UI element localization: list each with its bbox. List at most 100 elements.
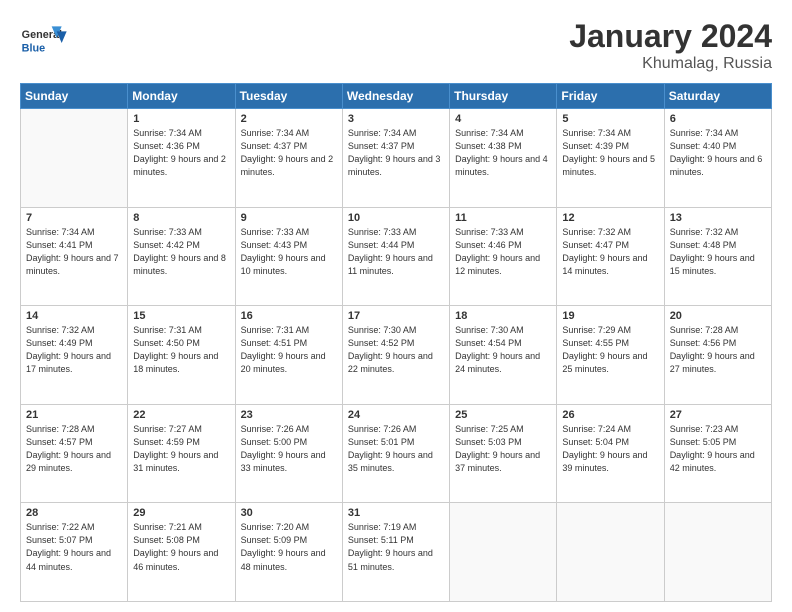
- day-info: Sunrise: 7:30 AM Sunset: 4:54 PM Dayligh…: [455, 324, 551, 376]
- table-row: 11 Sunrise: 7:33 AM Sunset: 4:46 PM Dayli…: [450, 207, 557, 306]
- day-number: 2: [241, 113, 337, 125]
- table-row: 26Sunrise: 7:24 AM Sunset: 5:04 PM Dayli…: [557, 404, 664, 503]
- calendar-week-row: 21 Sunrise: 7:28 AM Sunset: 4:57 PM Dayli…: [21, 404, 772, 503]
- table-row: 29Sunrise: 7:21 AM Sunset: 5:08 PM Dayli…: [128, 503, 235, 602]
- day-info: Sunrise: 7:33 AM Sunset: 4:46 PM Dayligh…: [455, 226, 551, 278]
- table-row: 31 Sunrise: 7:19 AM Sunset: 5:11 PM Dayli…: [342, 503, 449, 602]
- day-info: Sunrise: 7:23 AM Sunset: 5:05 PM Dayligh…: [670, 423, 766, 475]
- day-info: Sunrise: 7:31 AM Sunset: 4:50 PM Dayligh…: [133, 324, 229, 376]
- table-row: 14 Sunrise: 7:32 AM Sunset: 4:49 PM Dayli…: [21, 306, 128, 405]
- day-info: Sunrise: 7:21 AM Sunset: 5:08 PM Dayligh…: [133, 521, 229, 573]
- table-row: 9 Sunrise: 7:33 AM Sunset: 4:43 PM Daylig…: [235, 207, 342, 306]
- table-row: [21, 109, 128, 208]
- calendar-week-row: 14 Sunrise: 7:32 AM Sunset: 4:49 PM Dayli…: [21, 306, 772, 405]
- day-info: Sunrise: 7:28 AM Sunset: 4:57 PM Dayligh…: [26, 423, 122, 475]
- day-number: 12: [562, 212, 658, 224]
- day-number: 5: [562, 113, 658, 125]
- page: General Blue January 2024 Khumalag, Russ…: [0, 0, 792, 612]
- day-info: Sunrise: 7:27 AM Sunset: 4:59 PM Dayligh…: [133, 423, 229, 475]
- table-row: 22 Sunrise: 7:27 AM Sunset: 4:59 PM Dayli…: [128, 404, 235, 503]
- table-row: 23 Sunrise: 7:26 AM Sunset: 5:00 PM Dayli…: [235, 404, 342, 503]
- day-number: 14: [26, 310, 122, 322]
- day-number: 17: [348, 310, 444, 322]
- day-info: Sunrise: 7:22 AM Sunset: 5:07 PM Dayligh…: [26, 521, 122, 573]
- day-number: 31: [348, 507, 444, 519]
- day-number: 15: [133, 310, 229, 322]
- day-number: 3: [348, 113, 444, 125]
- table-row: 2 Sunrise: 7:34 AM Sunset: 4:37 PM Daylig…: [235, 109, 342, 208]
- table-row: 5 Sunrise: 7:34 AM Sunset: 4:39 PM Daylig…: [557, 109, 664, 208]
- table-row: 28 Sunrise: 7:22 AM Sunset: 5:07 PM Dayli…: [21, 503, 128, 602]
- day-number: 18: [455, 310, 551, 322]
- day-number: 22: [133, 409, 229, 421]
- table-row: 17 Sunrise: 7:30 AM Sunset: 4:52 PM Dayli…: [342, 306, 449, 405]
- day-info: Sunrise: 7:34 AM Sunset: 4:39 PM Dayligh…: [562, 127, 658, 179]
- table-row: 20 Sunrise: 7:28 AM Sunset: 4:56 PM Dayli…: [664, 306, 771, 405]
- day-info: Sunrise: 7:33 AM Sunset: 4:44 PM Dayligh…: [348, 226, 444, 278]
- day-number: 4: [455, 113, 551, 125]
- day-info: Sunrise: 7:34 AM Sunset: 4:37 PM Dayligh…: [348, 127, 444, 179]
- table-row: 7 Sunrise: 7:34 AM Sunset: 4:41 PM Daylig…: [21, 207, 128, 306]
- day-info: Sunrise: 7:34 AM Sunset: 4:40 PM Dayligh…: [670, 127, 766, 179]
- header: General Blue January 2024 Khumalag, Russ…: [20, 18, 772, 73]
- day-number: 1: [133, 113, 229, 125]
- table-row: 12 Sunrise: 7:32 AM Sunset: 4:47 PM Dayli…: [557, 207, 664, 306]
- header-monday: Monday: [128, 84, 235, 109]
- day-info: Sunrise: 7:26 AM Sunset: 5:00 PM Dayligh…: [241, 423, 337, 475]
- day-number: 8: [133, 212, 229, 224]
- day-info: Sunrise: 7:28 AM Sunset: 4:56 PM Dayligh…: [670, 324, 766, 376]
- calendar-week-row: 7 Sunrise: 7:34 AM Sunset: 4:41 PM Daylig…: [21, 207, 772, 306]
- calendar-table: Sunday Monday Tuesday Wednesday Thursday…: [20, 83, 772, 602]
- day-number: 13: [670, 212, 766, 224]
- day-number: 19: [562, 310, 658, 322]
- title-block: January 2024 Khumalag, Russia: [569, 18, 772, 73]
- calendar-week-row: 28 Sunrise: 7:22 AM Sunset: 5:07 PM Dayli…: [21, 503, 772, 602]
- day-number: 27: [670, 409, 766, 421]
- day-info: Sunrise: 7:31 AM Sunset: 4:51 PM Dayligh…: [241, 324, 337, 376]
- day-info: Sunrise: 7:34 AM Sunset: 4:36 PM Dayligh…: [133, 127, 229, 179]
- day-number: 26: [562, 409, 658, 421]
- day-info: Sunrise: 7:33 AM Sunset: 4:43 PM Dayligh…: [241, 226, 337, 278]
- weekday-header-row: Sunday Monday Tuesday Wednesday Thursday…: [21, 84, 772, 109]
- table-row: 30Sunrise: 7:20 AM Sunset: 5:09 PM Dayli…: [235, 503, 342, 602]
- header-wednesday: Wednesday: [342, 84, 449, 109]
- day-number: 28: [26, 507, 122, 519]
- table-row: 4 Sunrise: 7:34 AM Sunset: 4:38 PM Daylig…: [450, 109, 557, 208]
- logo-icon: General Blue: [20, 18, 70, 63]
- day-info: Sunrise: 7:34 AM Sunset: 4:38 PM Dayligh…: [455, 127, 551, 179]
- table-row: 16Sunrise: 7:31 AM Sunset: 4:51 PM Dayli…: [235, 306, 342, 405]
- table-row: 15 Sunrise: 7:31 AM Sunset: 4:50 PM Dayli…: [128, 306, 235, 405]
- day-info: Sunrise: 7:30 AM Sunset: 4:52 PM Dayligh…: [348, 324, 444, 376]
- header-thursday: Thursday: [450, 84, 557, 109]
- table-row: 1 Sunrise: 7:34 AM Sunset: 4:36 PM Daylig…: [128, 109, 235, 208]
- day-number: 7: [26, 212, 122, 224]
- day-number: 30: [241, 507, 337, 519]
- table-row: [557, 503, 664, 602]
- calendar-week-row: 1 Sunrise: 7:34 AM Sunset: 4:36 PM Daylig…: [21, 109, 772, 208]
- day-number: 9: [241, 212, 337, 224]
- day-number: 25: [455, 409, 551, 421]
- table-row: 10Sunrise: 7:33 AM Sunset: 4:44 PM Dayli…: [342, 207, 449, 306]
- table-row: 13Sunrise: 7:32 AM Sunset: 4:48 PM Dayli…: [664, 207, 771, 306]
- day-info: Sunrise: 7:34 AM Sunset: 4:37 PM Dayligh…: [241, 127, 337, 179]
- day-number: 11: [455, 212, 551, 224]
- day-info: Sunrise: 7:32 AM Sunset: 4:49 PM Dayligh…: [26, 324, 122, 376]
- day-info: Sunrise: 7:25 AM Sunset: 5:03 PM Dayligh…: [455, 423, 551, 475]
- day-number: 20: [670, 310, 766, 322]
- calendar-subtitle: Khumalag, Russia: [569, 55, 772, 73]
- day-number: 23: [241, 409, 337, 421]
- day-info: Sunrise: 7:32 AM Sunset: 4:47 PM Dayligh…: [562, 226, 658, 278]
- day-number: 21: [26, 409, 122, 421]
- table-row: 6Sunrise: 7:34 AM Sunset: 4:40 PM Daylig…: [664, 109, 771, 208]
- header-tuesday: Tuesday: [235, 84, 342, 109]
- table-row: [664, 503, 771, 602]
- header-saturday: Saturday: [664, 84, 771, 109]
- table-row: [450, 503, 557, 602]
- day-info: Sunrise: 7:26 AM Sunset: 5:01 PM Dayligh…: [348, 423, 444, 475]
- header-friday: Friday: [557, 84, 664, 109]
- day-info: Sunrise: 7:34 AM Sunset: 4:41 PM Dayligh…: [26, 226, 122, 278]
- table-row: 8 Sunrise: 7:33 AM Sunset: 4:42 PM Daylig…: [128, 207, 235, 306]
- day-info: Sunrise: 7:19 AM Sunset: 5:11 PM Dayligh…: [348, 521, 444, 573]
- table-row: 19Sunrise: 7:29 AM Sunset: 4:55 PM Dayli…: [557, 306, 664, 405]
- day-info: Sunrise: 7:33 AM Sunset: 4:42 PM Dayligh…: [133, 226, 229, 278]
